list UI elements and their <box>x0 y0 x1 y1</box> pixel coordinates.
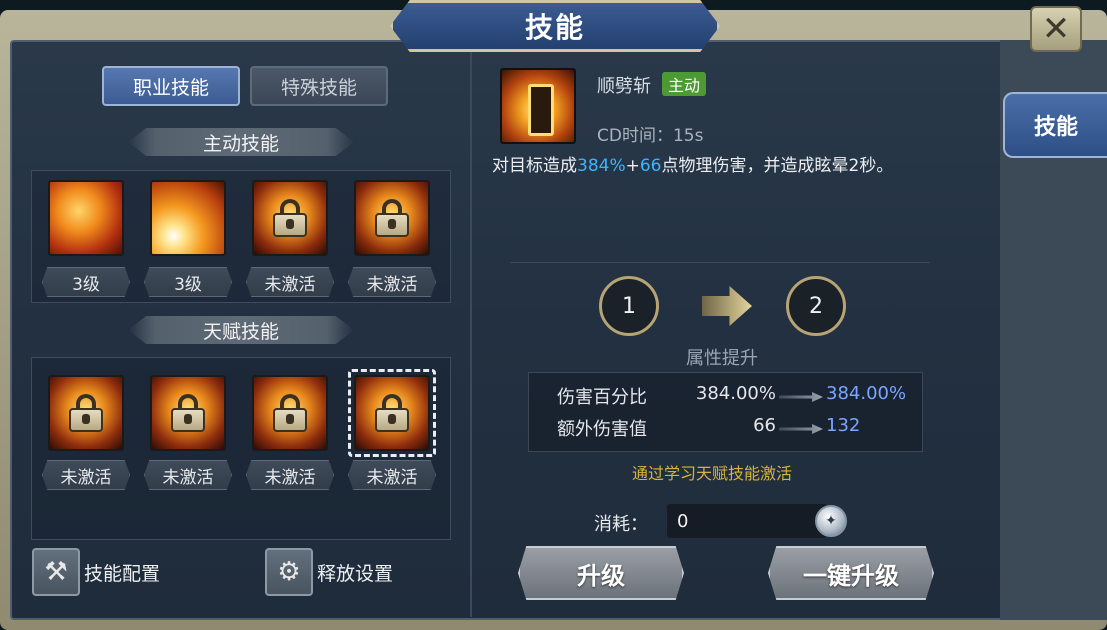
locked-skill-icon <box>354 375 430 451</box>
skill-description: 对目标造成384%+66点物理伤害，并造成眩晕2秒。 <box>492 156 894 176</box>
upgrade-label: 升级 <box>577 561 625 590</box>
active-skill-1[interactable]: 3级 <box>38 171 134 301</box>
skill-config-icon: ⚒ <box>32 548 80 596</box>
unlock-hint: 通过学习天赋技能激活 <box>632 464 793 483</box>
lock-icon <box>273 394 307 432</box>
talent-skill-4[interactable]: 未激活 <box>344 358 440 498</box>
attribute-title: 属性提升 <box>686 348 758 369</box>
upgrade-all-button[interactable]: 一键升级 <box>768 546 934 600</box>
skill-level-tag: 未激活 <box>144 460 232 490</box>
next-level: 2 <box>786 276 846 336</box>
active-skills-header: 主动技能 <box>128 122 354 162</box>
talent-skill-1[interactable]: 未激活 <box>38 358 134 498</box>
skill-level-tag: 未激活 <box>42 460 130 490</box>
active-skills-grid: 3级 3级 未激活 未激活 <box>31 170 451 303</box>
stat-arrow-icon <box>779 392 823 402</box>
stat-row: 额外伤害值 66 132 <box>557 415 861 440</box>
upgrade-all-label: 一键升级 <box>803 561 899 590</box>
window-title-banner: 技能 <box>390 0 720 52</box>
side-tab-label: 技能 <box>1033 115 1078 140</box>
locked-skill-icon <box>252 375 328 451</box>
stat-row: 伤害百分比 384.00% 384.00% <box>557 383 907 408</box>
skill-name: 顺劈斩 <box>597 76 651 97</box>
talent-skills-grid: 未激活 未激活 未激活 未激活 <box>31 357 451 540</box>
lock-icon <box>273 199 307 237</box>
skill-level-tag: 未激活 <box>348 267 436 297</box>
skill-level-tag: 3级 <box>42 267 130 297</box>
cost-value: 0 <box>667 504 827 538</box>
release-settings-button[interactable]: ⚙ 释放设置 <box>265 548 393 596</box>
active-skill-3[interactable]: 未激活 <box>242 171 338 301</box>
lock-icon <box>69 394 103 432</box>
skill-level-tag: 未激活 <box>348 460 436 490</box>
skill-type-badge: 主动 <box>662 72 707 96</box>
lock-icon <box>375 199 409 237</box>
locked-skill-icon <box>252 180 328 256</box>
cost-label: 消耗： <box>594 514 648 535</box>
skill-config-button[interactable]: ⚒ 技能配置 <box>32 548 160 596</box>
locked-skill-icon <box>354 180 430 256</box>
lock-icon <box>375 394 409 432</box>
skill-level-tag: 未激活 <box>246 267 334 297</box>
stats-box: 伤害百分比 384.00% 384.00% 额外伤害值 66 132 <box>528 372 923 452</box>
active-skill-4[interactable]: 未激活 <box>344 171 440 301</box>
close-button[interactable]: ✕ <box>1030 6 1082 52</box>
skill-config-label: 技能配置 <box>84 562 161 585</box>
talent-skills-header: 天赋技能 <box>128 310 354 350</box>
upgrade-button[interactable]: 升级 <box>518 546 684 600</box>
slash-skill-icon <box>48 180 124 256</box>
talent-skill-2[interactable]: 未激活 <box>140 358 236 498</box>
tab-class-skills[interactable]: 职业技能 <box>102 66 240 106</box>
talent-skills-title: 天赋技能 <box>202 320 279 343</box>
lock-icon <box>171 394 205 432</box>
selected-skill-icon <box>500 68 576 144</box>
talent-skill-3[interactable]: 未激活 <box>242 358 338 498</box>
gear-icon: ⚙ <box>265 548 313 596</box>
side-tab-skills[interactable]: 技能 <box>1003 92 1107 158</box>
detail-divider <box>510 262 930 263</box>
release-settings-label: 释放设置 <box>317 562 394 585</box>
stat-arrow-icon <box>779 424 823 434</box>
skill-level-tag: 3级 <box>144 267 232 297</box>
close-icon: ✕ <box>1041 9 1071 49</box>
panel-divider <box>470 52 472 617</box>
cooldown-text: CD时间：15s <box>597 126 704 146</box>
active-skills-title: 主动技能 <box>202 132 279 155</box>
burst-skill-icon <box>150 180 226 256</box>
active-skill-2[interactable]: 3级 <box>140 171 236 301</box>
current-level: 1 <box>599 276 659 336</box>
locked-skill-icon <box>150 375 226 451</box>
silver-coin-icon: ✦ <box>815 505 847 537</box>
locked-skill-icon <box>48 375 124 451</box>
window-title: 技能 <box>524 11 585 44</box>
skill-level-tag: 未激活 <box>246 460 334 490</box>
tab-special-skills[interactable]: 特殊技能 <box>250 66 388 106</box>
